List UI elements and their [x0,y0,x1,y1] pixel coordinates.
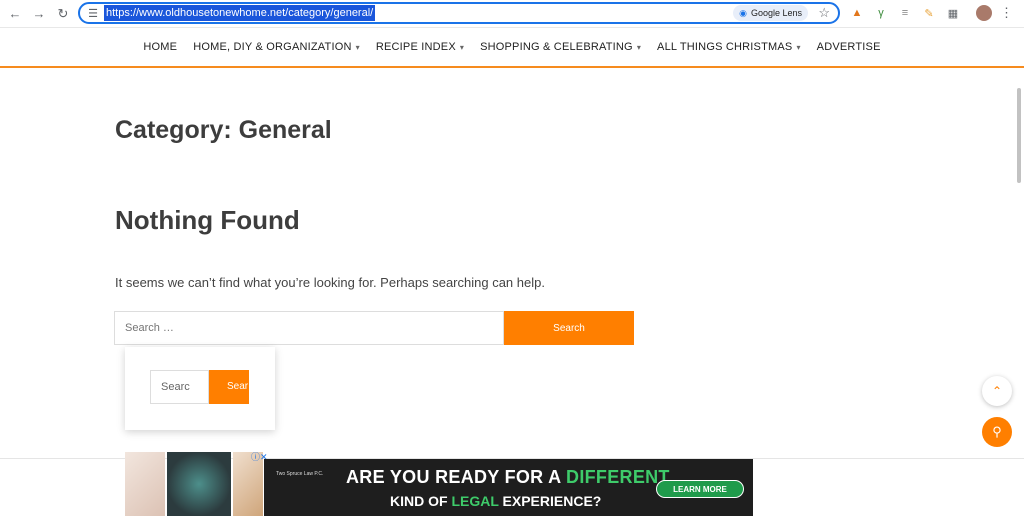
search-icon: ⚲ [992,424,1002,439]
scrollbar[interactable] [1017,88,1021,183]
nav-item-shopping[interactable]: SHOPPING & CELEBRATING ▾ [480,41,641,53]
back-icon[interactable]: ← [6,5,24,23]
nav-label: ADVERTISE [816,41,881,53]
ad-headline-text: ARE YOU READY FOR A [346,467,567,487]
chevron-down-icon: ▾ [355,42,360,52]
ad-sub-text-end: EXPERIENCE? [498,493,602,509]
google-lens-button[interactable]: ◉ Google Lens [733,5,808,21]
ad-logo: Two Spruce Law P.C. [276,471,332,478]
nav-item-christmas[interactable]: ALL THINGS CHRISTMAS ▾ [657,41,801,53]
ad-thumbnail[interactable] [167,452,231,516]
nav-label: HOME, DIY & ORGANIZATION [193,41,352,53]
floating-search-button[interactable]: ⚲ [982,417,1012,447]
scroll-to-top-button[interactable]: ⌃ [982,376,1012,406]
ad-banner[interactable]: Two Spruce Law P.C. ARE YOU READY FOR A … [264,459,753,516]
popup-search-button[interactable]: Sear [209,370,249,404]
chevron-down-icon: ▾ [636,42,642,52]
nav-label: SHOPPING & CELEBRATING [480,41,633,53]
lens-label: Google Lens [750,8,802,18]
popup-button-text: Sear [227,381,249,392]
profile-avatar[interactable] [976,5,992,21]
ad-thumbnail[interactable] [125,452,165,516]
ad-headline: ARE YOU READY FOR A DIFFERENT [346,467,670,488]
fox-extension-icon[interactable]: ▲ [848,4,866,22]
address-bar[interactable]: ☰ https://www.oldhousetonewhome.net/cate… [78,2,840,24]
popup-input-text: Searc [161,381,190,393]
green-extension-icon[interactable]: γ [872,4,890,22]
nav-label: RECIPE INDEX [375,41,456,53]
nothing-found-message: It seems we can’t find what you’re looki… [115,275,545,290]
gray-extension-icon[interactable]: ≡ [896,4,914,22]
browser-toolbar: ← → ↻ ☰ https://www.oldhousetonewhome.ne… [0,0,1024,28]
lens-icon: ◉ [739,7,747,18]
reload-icon[interactable]: ↻ [54,5,72,23]
puzzle-icon[interactable]: ▦ [944,4,962,22]
site-navigation: HOME HOME, DIY & ORGANIZATION ▾ RECIPE IN… [0,28,1024,68]
forward-icon[interactable]: → [30,5,48,23]
ad-headline-highlight: DIFFERENT [566,467,670,487]
menu-kebab-icon[interactable]: ⋮ [1000,5,1013,21]
ad-sub-text: KIND OF [390,493,452,509]
pen-extension-icon[interactable]: ✎ [920,4,938,22]
ad-sub-highlight: LEGAL [451,493,499,509]
site-info-icon[interactable]: ☰ [86,6,100,20]
bookmark-star-icon[interactable]: ☆ [818,5,830,21]
search-input[interactable] [114,311,504,345]
popup-search-input[interactable]: Searc [150,370,209,404]
search-form: Search [114,311,634,345]
nav-item-home[interactable]: HOME [143,41,177,53]
nav-label: HOME [143,41,178,53]
nav-item-advertise[interactable]: ADVERTISE [817,41,881,53]
extensions-area: ▲ γ ≡ ✎ ▦ ⋮ [848,4,1013,22]
url-text[interactable]: https://www.oldhousetonewhome.net/catego… [104,5,376,21]
ad-learn-more-button[interactable]: LEARN MORE [656,480,744,498]
nav-label: ALL THINGS CHRISTMAS [657,41,793,53]
chevron-down-icon: ▾ [459,42,465,52]
search-popup: Searc Sear [125,347,275,430]
nothing-found-heading: Nothing Found [115,205,300,235]
search-button[interactable]: Search [504,311,634,345]
ad-subheadline: KIND OF LEGAL EXPERIENCE? [390,493,601,509]
page-title: Category: General [115,116,332,144]
chevron-up-icon: ⌃ [991,384,1003,398]
nav-item-home-diy[interactable]: HOME, DIY & ORGANIZATION ▾ [193,41,360,53]
ad-logo-text: Two Spruce Law P.C. [276,471,324,477]
chevron-down-icon: ▾ [796,42,801,52]
nav-item-recipe-index[interactable]: RECIPE INDEX ▾ [376,41,464,53]
